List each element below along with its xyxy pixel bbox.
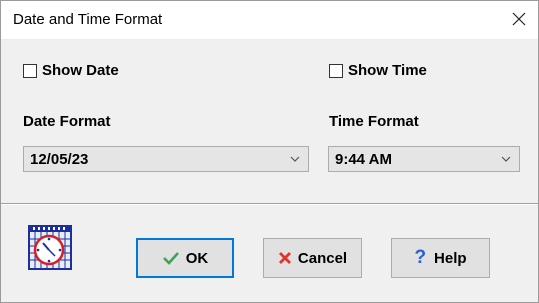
show-time-checkbox-box[interactable]: [329, 63, 343, 78]
show-time-label: Show Time: [348, 62, 427, 79]
show-date-checkbox-box[interactable]: [23, 63, 37, 78]
close-icon: [512, 12, 526, 26]
show-date-checkbox[interactable]: Show Date: [23, 62, 119, 79]
date-format-label: Date Format: [23, 113, 111, 130]
time-format-label: Time Format: [329, 113, 419, 130]
question-mark-icon: ?: [414, 247, 427, 268]
chevron-down-icon: [501, 156, 511, 162]
help-button[interactable]: ? Help: [391, 238, 490, 278]
checkmark-icon: [162, 251, 180, 265]
x-icon: [278, 251, 292, 265]
dialog-title: Date and Time Format: [13, 11, 163, 28]
chevron-down-icon: [290, 156, 300, 162]
time-format-value: 9:44 AM: [335, 151, 392, 168]
title-bar: Date and Time Format: [1, 1, 538, 40]
date-time-format-dialog: Date and Time Format Show Date Show Time…: [0, 0, 539, 303]
cancel-button[interactable]: Cancel: [263, 238, 362, 278]
show-time-checkbox[interactable]: Show Time: [329, 62, 427, 79]
calendar-clock-icon: [28, 225, 72, 270]
close-button[interactable]: [504, 5, 534, 33]
help-button-label: Help: [434, 249, 467, 267]
ok-button[interactable]: OK: [136, 238, 234, 278]
ok-button-label: OK: [185, 249, 209, 267]
time-format-select[interactable]: 9:44 AM: [328, 146, 520, 172]
date-format-select[interactable]: 12/05/23: [23, 146, 309, 172]
cancel-button-label: Cancel: [297, 249, 348, 267]
divider: [1, 203, 538, 205]
show-date-label: Show Date: [42, 62, 119, 79]
date-format-value: 12/05/23: [30, 151, 89, 168]
